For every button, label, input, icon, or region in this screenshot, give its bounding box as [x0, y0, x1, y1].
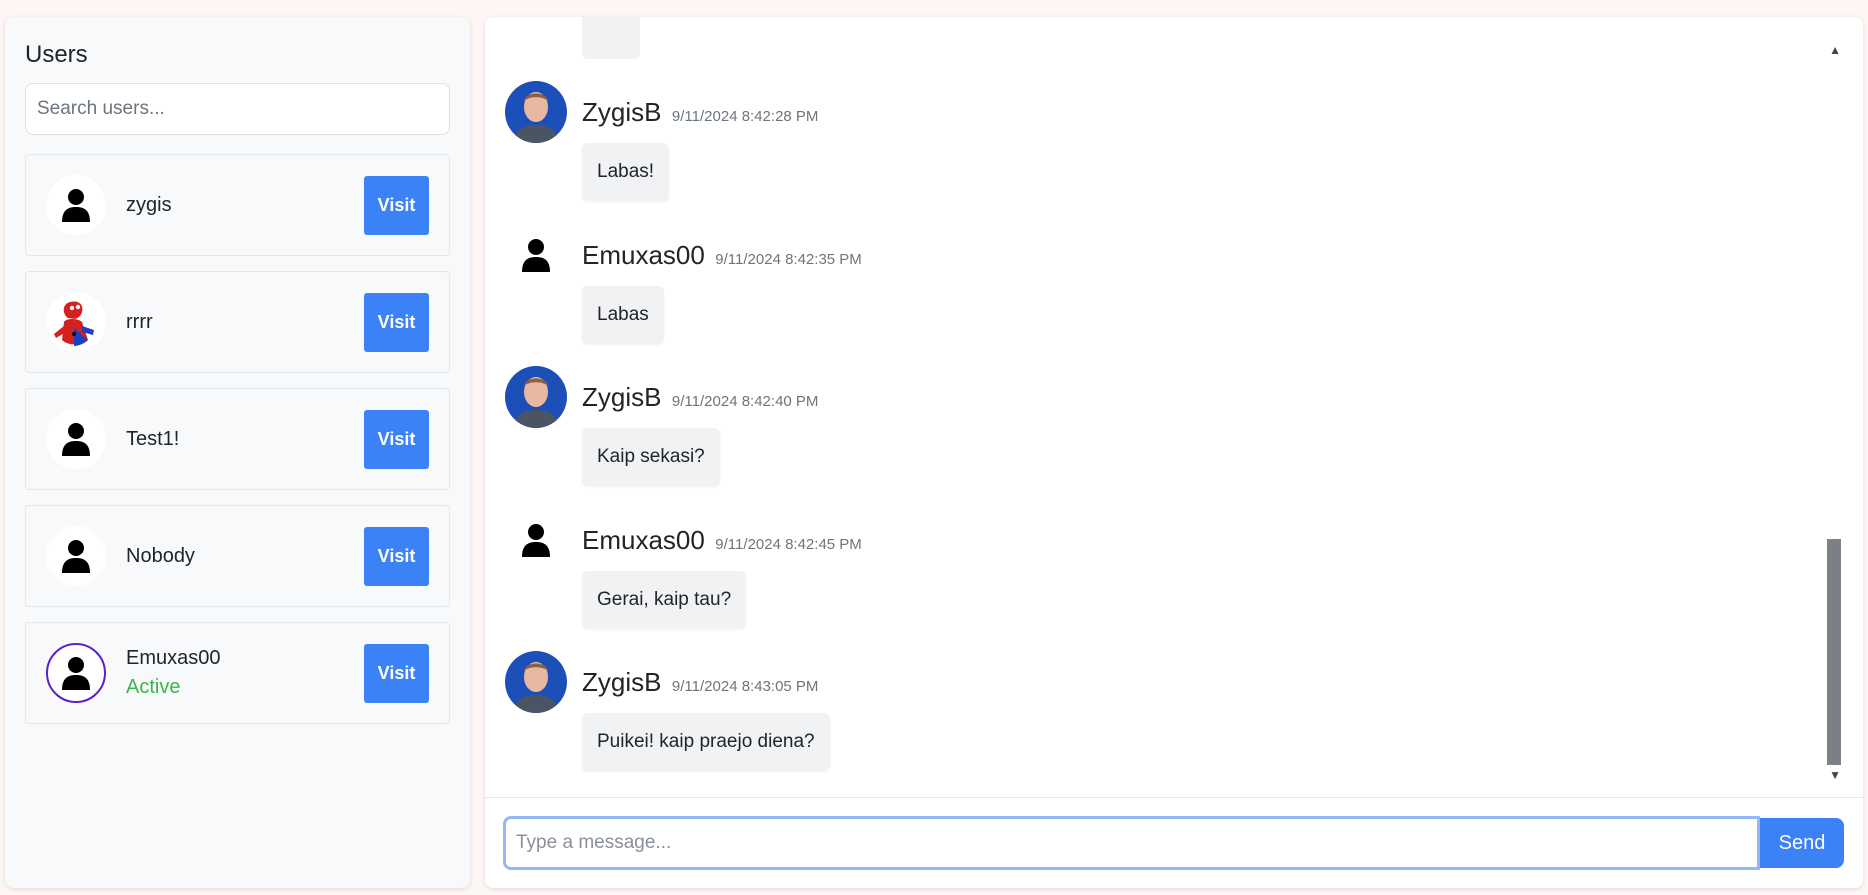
message-timestamp: 9/11/2024 8:42:40 PM: [671, 393, 819, 410]
message-list[interactable]: ▲ ▼ ZygisB 9/11/2024 8:42:28 PM Labas! E…: [485, 17, 1863, 797]
user-name: rrrr: [126, 310, 153, 333]
scroll-up-icon[interactable]: ▲: [1829, 43, 1841, 57]
message-composer: Send: [485, 797, 1863, 888]
user-name: Test1!: [126, 427, 180, 450]
status-badge: Active: [126, 676, 181, 698]
message-text: Labas: [582, 286, 664, 344]
message-timestamp: 9/11/2024 8:42:28 PM: [671, 108, 819, 125]
message-text: Gerai, kaip tau?: [582, 571, 747, 629]
person-icon: [46, 409, 106, 469]
person-icon: [46, 526, 106, 586]
photo-avatar: [505, 366, 567, 428]
user-card: Test1! Visit: [25, 388, 450, 490]
visit-button[interactable]: Visit: [364, 409, 429, 469]
user-card: Emuxas00 Active Visit: [25, 622, 450, 724]
message-author: ZygisB: [582, 382, 662, 412]
scroll-down-icon[interactable]: ▼: [1829, 768, 1841, 782]
message-text: Kaip sekasi?: [582, 428, 720, 486]
message-author: ZygisB: [582, 97, 662, 127]
user-card: zygis Visit: [25, 154, 450, 256]
message-input[interactable]: [503, 816, 1760, 870]
person-icon: [505, 224, 567, 286]
user-name: Nobody: [126, 544, 195, 567]
message-timestamp: 9/11/2024 8:42:45 PM: [715, 536, 862, 553]
photo-avatar: [505, 81, 567, 143]
message-text: Puikei! kaip praejo diena?: [582, 713, 830, 771]
sidebar-title: Users: [25, 41, 88, 68]
person-icon: [505, 509, 567, 571]
visit-button[interactable]: Visit: [364, 643, 429, 703]
user-name: zygis: [126, 193, 172, 216]
person-icon: [46, 175, 106, 235]
message-timestamp: 9/11/2024 8:42:35 PM: [715, 251, 862, 268]
message-author: ZygisB: [582, 667, 662, 697]
spider-avatar: [46, 292, 106, 352]
user-card: rrrr Visit: [25, 271, 450, 373]
person-icon: [46, 643, 106, 703]
users-sidebar: Users zygis Visit: [5, 17, 470, 888]
scrollbar-thumb[interactable]: [1827, 539, 1841, 765]
user-list: zygis Visit rrrr Visit Test1! Visit Nobo…: [25, 154, 450, 724]
user-card: Nobody Visit: [25, 505, 450, 607]
visit-button[interactable]: Visit: [364, 175, 429, 235]
message-author: Emuxas00: [582, 240, 705, 270]
message-bubble: [582, 17, 640, 59]
send-button[interactable]: Send: [1760, 818, 1844, 868]
visit-button[interactable]: Visit: [364, 526, 429, 586]
message-timestamp: 9/11/2024 8:43:05 PM: [671, 678, 819, 695]
chat-panel: ▲ ▼ ZygisB 9/11/2024 8:42:28 PM Labas! E…: [485, 17, 1863, 888]
message-text: Labas!: [582, 143, 670, 201]
user-name: Emuxas00: [126, 647, 221, 669]
message-author: Emuxas00: [582, 525, 705, 555]
visit-button[interactable]: Visit: [364, 292, 429, 352]
photo-avatar: [505, 651, 567, 713]
search-users-input[interactable]: [25, 83, 450, 135]
